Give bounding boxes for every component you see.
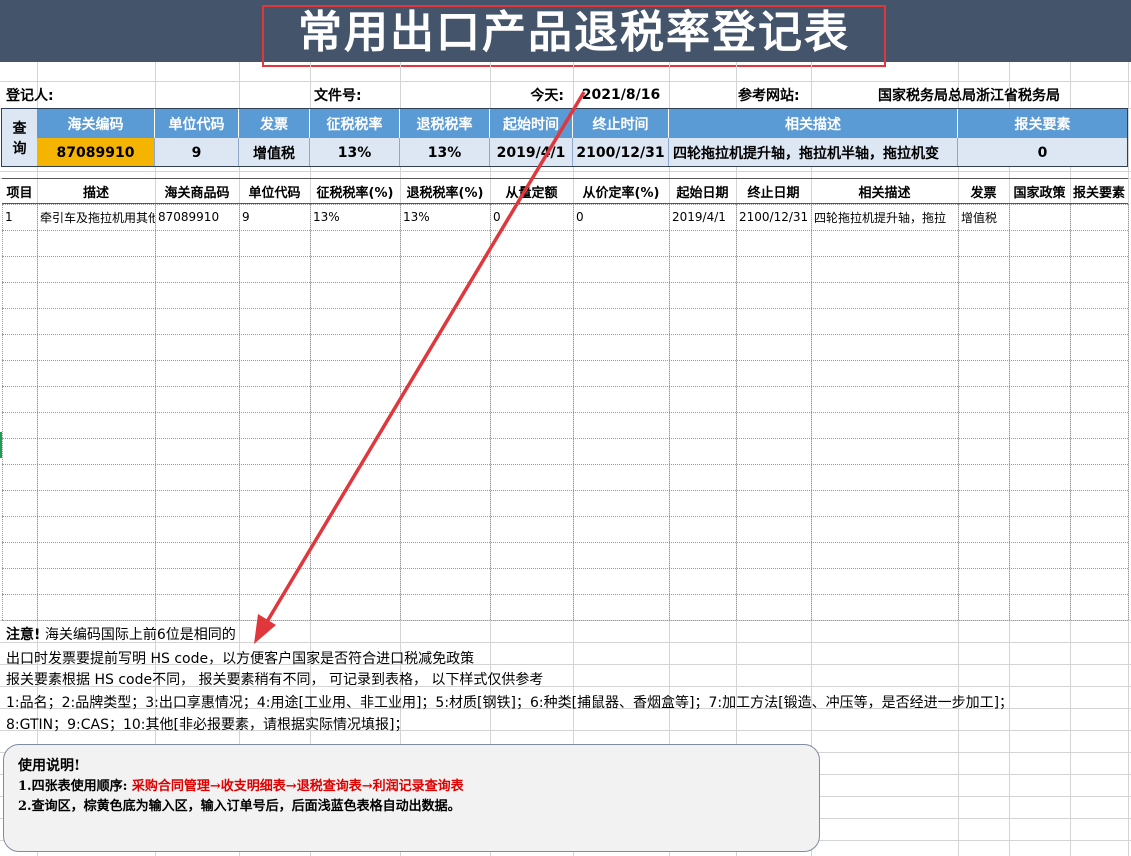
arrow-head [254, 614, 276, 644]
annotation-arrow [0, 0, 1131, 856]
arrow-shaft [262, 92, 584, 630]
